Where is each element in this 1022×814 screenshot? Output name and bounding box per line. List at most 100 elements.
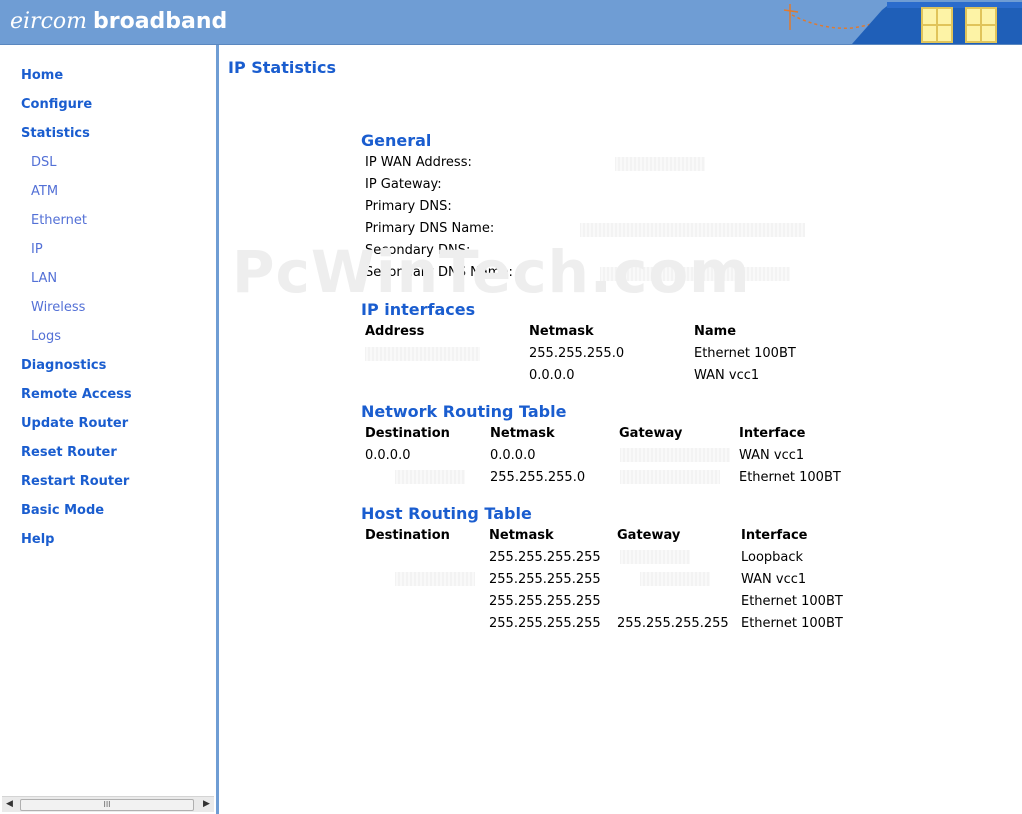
redacted-value <box>395 470 465 484</box>
sidebar-item-remote-access[interactable]: Remote Access <box>0 384 216 413</box>
table-cell: 255.255.255.0 <box>529 345 625 361</box>
sidebar-nav: Home Configure Statistics DSL ATM Ethernet IP L… <box>0 45 219 814</box>
table-cell <box>365 364 529 386</box>
sidebar-item-link[interactable]: Configure <box>0 94 216 116</box>
column-header: Netmask <box>490 425 555 441</box>
eircom-broadband-logo: eircom broadband <box>10 9 228 34</box>
table-cell: WAN vcc1 <box>739 447 805 463</box>
table-cell: 255.255.255.0 <box>490 469 586 485</box>
sidebar-item-statistics[interactable]: Statistics <box>0 123 216 152</box>
main-content: IP Statistics General IP WAN Address: IP… <box>220 45 1022 814</box>
sidebar-item-link[interactable]: Home <box>0 65 216 87</box>
sidebar-item-wireless[interactable]: Wireless <box>0 297 216 326</box>
table-cell: Loopback <box>741 549 804 565</box>
primary-dns-label: Primary DNS: <box>365 199 452 214</box>
table-cell: 255.255.255.255 <box>489 549 601 565</box>
sidebar-item-lan[interactable]: LAN <box>0 268 216 297</box>
column-header: Gateway <box>617 527 681 543</box>
sidebar-item-basic-mode[interactable]: Basic Mode <box>0 500 216 529</box>
sidebar-item-link[interactable]: Reset Router <box>0 442 216 464</box>
sidebar-item-ip[interactable]: IP <box>0 239 216 268</box>
column-header: Netmask <box>489 527 554 543</box>
table-cell <box>365 612 489 634</box>
scroll-thumb[interactable]: III <box>20 799 194 811</box>
sidebar-item-link[interactable]: IP <box>0 239 216 261</box>
table-row: 0.0.0.0 0.0.0.0 WAN vcc1 <box>365 444 859 466</box>
table-cell <box>617 590 741 612</box>
sidebar-item-link[interactable]: ATM <box>0 181 216 203</box>
column-header: Address <box>365 323 425 339</box>
sidebar-item-dsl[interactable]: DSL <box>0 152 216 181</box>
sidebar-item-link[interactable]: DSL <box>0 152 216 174</box>
sidebar-item-home[interactable]: Home <box>0 65 216 94</box>
sidebar-item-restart-router[interactable]: Restart Router <box>0 471 216 500</box>
sidebar-item-diagnostics[interactable]: Diagnostics <box>0 355 216 384</box>
table-cell: 255.255.255.255 <box>489 593 601 609</box>
ip-gateway-label: IP Gateway: <box>365 177 442 192</box>
table-row: 255.255.255.255 Ethernet 100BT <box>365 590 861 612</box>
table-cell: Ethernet 100BT <box>741 615 843 631</box>
table-cell <box>365 546 489 568</box>
house-illustration-icon <box>783 2 1022 44</box>
sidebar-item-configure[interactable]: Configure <box>0 94 216 123</box>
column-header: Destination <box>365 527 450 543</box>
table-cell: WAN vcc1 <box>741 571 807 587</box>
watermark-text: PcWinTech.com <box>232 238 751 306</box>
scroll-right-arrow-icon[interactable]: ▶ <box>199 797 214 812</box>
table-cell: Ethernet 100BT <box>741 593 843 609</box>
column-header: Gateway <box>619 425 683 441</box>
sidebar-item-link[interactable]: Help <box>0 529 216 551</box>
redacted-value <box>365 347 480 361</box>
redacted-value <box>395 572 475 586</box>
table-cell: 255.255.255.255 <box>489 571 601 587</box>
sidebar-item-atm[interactable]: ATM <box>0 181 216 210</box>
network-routing-title: Network Routing Table <box>361 402 567 421</box>
column-header: Interface <box>739 425 806 441</box>
sidebar-item-link[interactable]: Remote Access <box>0 384 216 406</box>
scroll-left-arrow-icon[interactable]: ◀ <box>2 797 17 812</box>
redacted-value <box>620 448 730 462</box>
ip-wan-address-label: IP WAN Address: <box>365 155 472 170</box>
table-cell: 255.255.255.255 <box>489 615 601 631</box>
redacted-value <box>640 572 710 586</box>
sidebar-item-reset-router[interactable]: Reset Router <box>0 442 216 471</box>
column-header: Destination <box>365 425 450 441</box>
horizontal-scrollbar[interactable]: ◀ III ▶ <box>2 796 214 812</box>
table-cell: WAN vcc1 <box>694 367 760 383</box>
sidebar-item-link[interactable]: Diagnostics <box>0 355 216 377</box>
sidebar-item-update-router[interactable]: Update Router <box>0 413 216 442</box>
column-header: Netmask <box>529 323 594 339</box>
redacted-value <box>620 470 720 484</box>
sidebar-item-link[interactable]: Statistics <box>0 123 216 145</box>
sidebar-item-link[interactable]: Ethernet <box>0 210 216 232</box>
general-title: General <box>361 131 432 150</box>
redacted-value <box>615 157 705 171</box>
primary-dns-name-label: Primary DNS Name: <box>365 221 495 236</box>
table-cell: Ethernet 100BT <box>739 469 841 485</box>
sidebar-item-logs[interactable]: Logs <box>0 326 216 355</box>
nav-menu: Home Configure Statistics DSL ATM Ethernet IP L… <box>0 65 216 558</box>
table-cell: 0.0.0.0 <box>529 367 575 383</box>
table-row: 255.255.255.255 Loopback <box>365 546 861 568</box>
sidebar-item-link[interactable]: Basic Mode <box>0 500 216 522</box>
table-cell: 0.0.0.0 <box>490 447 536 463</box>
table-row: 0.0.0.0 WAN vcc1 <box>365 364 834 386</box>
table-cell <box>365 590 489 612</box>
column-header: Name <box>694 323 737 339</box>
host-routing-title: Host Routing Table <box>361 504 532 523</box>
sidebar-item-help[interactable]: Help <box>0 529 216 558</box>
table-cell: 255.255.255.255 <box>617 615 729 631</box>
sidebar-item-link[interactable]: Logs <box>0 326 216 348</box>
sidebar-item-ethernet[interactable]: Ethernet <box>0 210 216 239</box>
column-header: Interface <box>741 527 808 543</box>
redacted-value <box>620 550 690 564</box>
sidebar-item-link[interactable]: Update Router <box>0 413 216 435</box>
table-cell: Ethernet 100BT <box>694 345 796 361</box>
header-bar: eircom broadband <box>0 0 1022 45</box>
table-cell: 0.0.0.0 <box>365 447 411 463</box>
sidebar-item-link[interactable]: Restart Router <box>0 471 216 493</box>
page-title: IP Statistics <box>228 58 337 77</box>
table-row: 255.255.255.255 255.255.255.255 Ethernet… <box>365 612 861 634</box>
sidebar-item-link[interactable]: Wireless <box>0 297 216 319</box>
sidebar-item-link[interactable]: LAN <box>0 268 216 290</box>
